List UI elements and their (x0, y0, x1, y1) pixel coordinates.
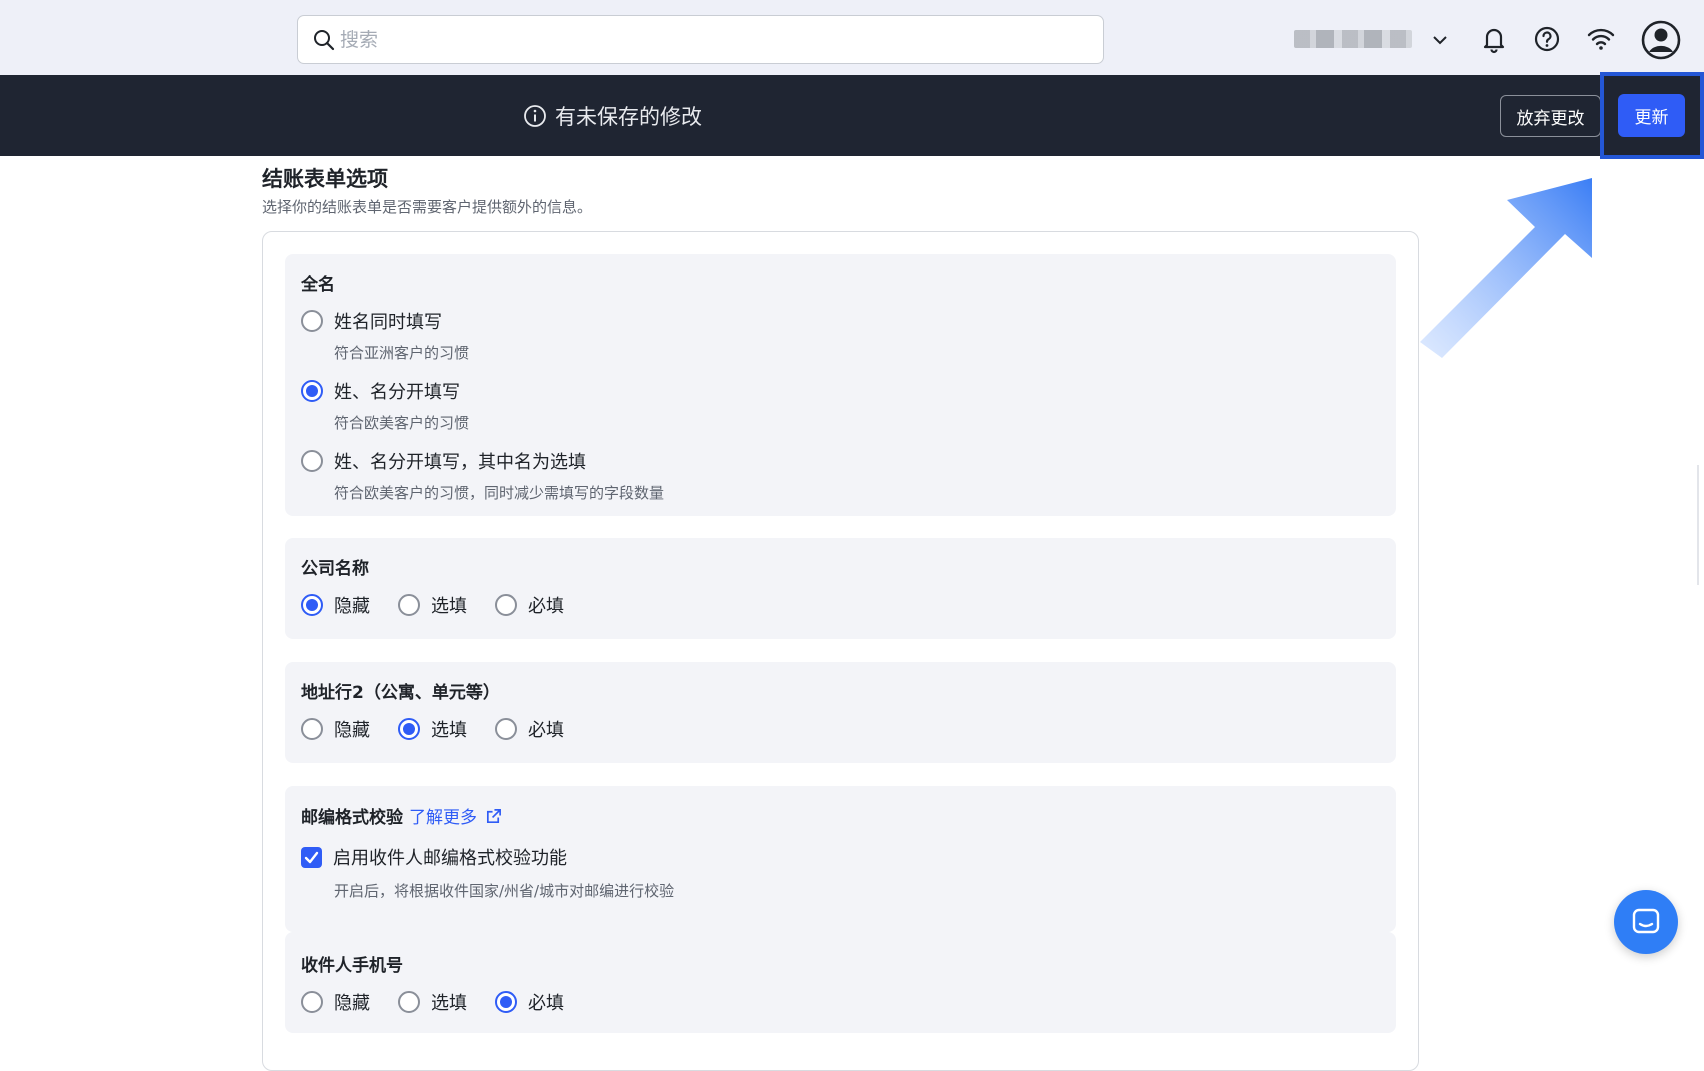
option-required[interactable]: 必填 (495, 989, 564, 1015)
info-icon (524, 105, 546, 127)
top-bar: 搜索 (0, 0, 1704, 75)
chat-widget-button[interactable] (1614, 890, 1678, 954)
option-description: 符合欧美客户的习惯 (334, 414, 470, 432)
update-button[interactable]: 更新 (1618, 94, 1685, 137)
full-name-option-separate[interactable]: 姓、名分开填写 (301, 378, 460, 404)
full-name-option-separate-optional[interactable]: 姓、名分开填写，其中名为选填 (301, 448, 586, 474)
phone-number-options: 隐藏 选填 必填 (301, 989, 564, 1015)
radio-button-selected[interactable] (495, 991, 517, 1013)
checkbox-checked[interactable] (301, 846, 322, 868)
full-name-option-combined[interactable]: 姓名同时填写 (301, 308, 442, 334)
learn-more-link[interactable]: 了解更多 (409, 808, 502, 828)
chat-icon (1632, 908, 1660, 934)
radio-button[interactable] (495, 718, 517, 740)
unsaved-message: 有未保存的修改 (523, 100, 702, 132)
search-placeholder: 搜索 (340, 29, 379, 51)
chevron-down-icon[interactable] (1430, 30, 1450, 50)
full-name-title: 全名 (301, 275, 335, 295)
company-name-group: 公司名称 隐藏 选填 必填 (285, 538, 1396, 639)
checkbox-label: 启用收件人邮编格式校验功能 (333, 848, 567, 869)
option-description: 符合欧美客户的习惯，同时减少需填写的字段数量 (334, 484, 665, 502)
option-label: 选填 (431, 596, 467, 617)
option-label: 隐藏 (334, 596, 370, 617)
wifi-icon[interactable] (1586, 24, 1616, 54)
checkbox-description: 开启后，将根据收件国家/州省/城市对邮编进行校验 (334, 882, 675, 900)
address-line2-group: 地址行2（公寓、单元等） 隐藏 选填 必填 (285, 662, 1396, 763)
zip-validation-title-text: 邮编格式校验 (301, 808, 403, 828)
section-title: 结账表单选项 (262, 167, 388, 191)
option-label: 必填 (528, 596, 564, 617)
checkout-options-card: 全名 姓名同时填写 符合亚洲客户的习惯 姓、名分开填写 符合欧美客户的习惯 姓、… (262, 231, 1419, 1071)
option-hidden[interactable]: 隐藏 (301, 716, 370, 742)
scrollbar[interactable] (1697, 465, 1699, 585)
search-icon (314, 30, 335, 51)
radio-button[interactable] (301, 718, 323, 740)
radio-button-selected[interactable] (398, 718, 420, 740)
option-optional[interactable]: 选填 (398, 592, 467, 618)
option-label: 选填 (431, 720, 467, 741)
section-description: 选择你的结账表单是否需要客户提供额外的信息。 (262, 198, 593, 216)
option-description: 符合亚洲客户的习惯 (334, 344, 470, 362)
option-hidden[interactable]: 隐藏 (301, 592, 370, 618)
radio-button[interactable] (398, 594, 420, 616)
search-input[interactable]: 搜索 (297, 15, 1104, 64)
learn-more-text: 了解更多 (409, 808, 477, 828)
external-link-icon (487, 809, 502, 824)
user-avatar-icon[interactable] (1641, 20, 1681, 60)
unsaved-changes-bar: 有未保存的修改 放弃更改 (0, 75, 1704, 156)
discard-changes-button[interactable]: 放弃更改 (1500, 95, 1601, 137)
radio-button[interactable] (301, 310, 323, 332)
option-label: 姓、名分开填写 (334, 382, 460, 403)
option-label: 隐藏 (334, 720, 370, 741)
option-required[interactable]: 必填 (495, 592, 564, 618)
option-label: 姓、名分开填写，其中名为选填 (334, 452, 586, 473)
company-name-title: 公司名称 (301, 559, 369, 579)
option-optional[interactable]: 选填 (398, 989, 467, 1015)
zip-validation-title: 邮编格式校验 了解更多 (301, 803, 502, 828)
option-label: 选填 (431, 993, 467, 1014)
zip-validation-group: 邮编格式校验 了解更多 启用收件人邮编格式校验功能 开启后，将根据收件国家/州省/… (285, 786, 1396, 932)
check-icon (304, 851, 319, 863)
radio-button-selected[interactable] (301, 380, 323, 402)
address-line2-options: 隐藏 选填 必填 (301, 716, 564, 742)
unsaved-message-text: 有未保存的修改 (555, 105, 702, 129)
option-label: 必填 (528, 720, 564, 741)
option-label: 隐藏 (334, 993, 370, 1014)
option-optional[interactable]: 选填 (398, 716, 467, 742)
radio-button[interactable] (301, 991, 323, 1013)
option-hidden[interactable]: 隐藏 (301, 989, 370, 1015)
account-name-blurred[interactable] (1294, 30, 1412, 48)
bell-icon[interactable] (1479, 24, 1509, 54)
full-name-group: 全名 姓名同时填写 符合亚洲客户的习惯 姓、名分开填写 符合欧美客户的习惯 姓、… (285, 254, 1396, 516)
radio-button[interactable] (301, 450, 323, 472)
pointing-arrow-icon (1420, 178, 1592, 358)
radio-button[interactable] (398, 991, 420, 1013)
phone-number-group: 收件人手机号 隐藏 选填 必填 (285, 932, 1396, 1033)
company-name-options: 隐藏 选填 必填 (301, 592, 564, 618)
phone-number-title: 收件人手机号 (301, 956, 403, 976)
option-label: 姓名同时填写 (334, 312, 442, 333)
help-icon[interactable] (1532, 24, 1562, 54)
address-line2-title: 地址行2（公寓、单元等） (301, 683, 500, 703)
option-label: 必填 (528, 993, 564, 1014)
radio-button-selected[interactable] (301, 594, 323, 616)
zip-validation-checkbox-row[interactable]: 启用收件人邮编格式校验功能 (301, 844, 567, 870)
radio-button[interactable] (495, 594, 517, 616)
option-required[interactable]: 必填 (495, 716, 564, 742)
